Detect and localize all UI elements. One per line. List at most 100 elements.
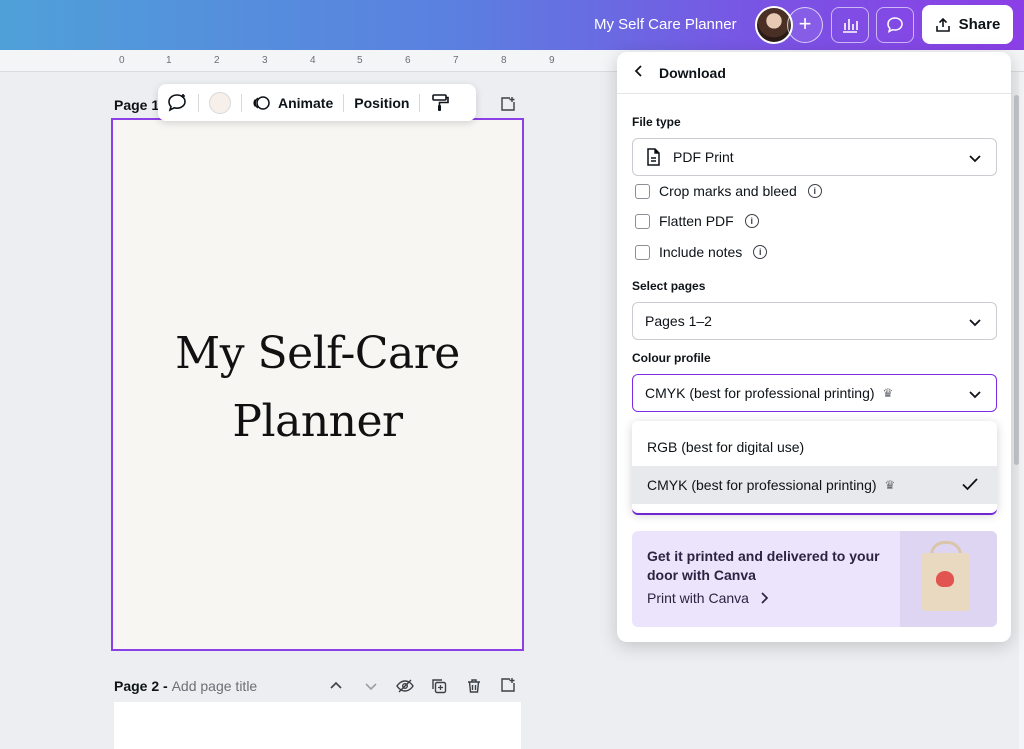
document-icon <box>647 148 660 166</box>
animate-button[interactable]: Animate <box>252 84 333 121</box>
trash-icon <box>468 679 480 693</box>
file-type-label: File type <box>632 115 681 129</box>
copy-style-button[interactable] <box>430 84 450 121</box>
colour-profile-label: Colour profile <box>632 351 711 365</box>
design-title-line-1: My Self-Care <box>175 328 460 379</box>
flatten-pdf-label: Flatten PDF <box>659 213 734 229</box>
file-type-select[interactable]: PDF Print <box>632 138 997 176</box>
duplicate-page-button[interactable] <box>429 676 449 696</box>
add-page-icon <box>501 97 515 111</box>
heart-icon <box>936 571 954 587</box>
chevron-down-icon <box>969 319 981 327</box>
duplicate-icon <box>432 679 447 694</box>
divider <box>241 93 242 112</box>
top-bar: My Self Care Planner + Share <box>0 0 1024 50</box>
chevron-down-icon <box>969 155 981 163</box>
crown-icon: ♛ <box>882 386 894 400</box>
colour-option-rgb[interactable]: RGB (best for digital use) <box>632 428 997 466</box>
add-page-after-button[interactable] <box>498 675 518 695</box>
animate-label: Animate <box>278 94 334 111</box>
back-button[interactable] <box>633 64 645 81</box>
include-notes-checkbox[interactable] <box>635 244 650 260</box>
include-notes-option[interactable]: Include notes i <box>635 244 768 260</box>
promo-link-label: Print with Canva <box>647 590 749 606</box>
ruler-mark: 1 <box>166 55 172 66</box>
paint-roller-icon <box>432 93 450 111</box>
panel-scrollbar[interactable] <box>1014 95 1019 465</box>
design-page-1[interactable]: My Self-Care Planner <box>111 118 524 651</box>
floating-toolbar: Animate Position <box>158 84 476 121</box>
info-icon[interactable]: i <box>807 184 822 198</box>
design-page-2[interactable] <box>114 702 521 749</box>
page-2-number: Page 2 - <box>114 678 168 694</box>
move-page-down-button[interactable] <box>361 676 381 696</box>
print-with-canva-link[interactable]: Print with Canva <box>647 590 769 606</box>
ruler-mark: 0 <box>119 55 125 66</box>
flatten-pdf-checkbox[interactable] <box>635 213 650 229</box>
chevron-left-icon <box>634 65 642 77</box>
download-panel: Download File type PDF Print Crop marks … <box>617 52 1011 642</box>
ruler-mark: 2 <box>214 55 220 66</box>
checkmark-icon <box>962 478 978 491</box>
add-page-icon <box>501 678 515 692</box>
document-title[interactable]: My Self Care Planner <box>594 16 737 33</box>
colour-option-label: RGB (best for digital use) <box>647 439 805 455</box>
divider <box>419 93 421 112</box>
select-pages-select[interactable]: Pages 1–2 <box>632 302 997 340</box>
file-type-value: PDF Print <box>673 149 734 165</box>
crown-icon: ♛ <box>884 478 896 492</box>
ruler-mark: 5 <box>357 55 363 66</box>
right-edge-strip <box>1019 72 1024 749</box>
comment-add-button[interactable] <box>166 84 188 121</box>
bar-chart-icon <box>843 19 858 33</box>
design-title-line-2: Planner <box>232 396 403 447</box>
chevron-down-icon <box>969 391 981 399</box>
info-icon[interactable]: i <box>744 214 759 228</box>
colour-option-label: CMYK (best for professional printing) <box>647 477 877 493</box>
position-button[interactable]: Position <box>354 84 409 121</box>
move-page-up-button[interactable] <box>326 676 346 696</box>
download-panel-header: Download <box>617 52 1011 94</box>
comments-button[interactable] <box>876 7 914 43</box>
page-2-label: Page 2 - Add page title <box>114 678 257 694</box>
chevron-up-icon <box>330 681 342 689</box>
select-pages-value: Pages 1–2 <box>645 313 712 329</box>
background-color-button[interactable] <box>209 91 231 114</box>
tote-bag-image <box>900 531 997 627</box>
colour-profile-select[interactable]: CMYK (best for professional printing) ♛ <box>632 374 997 412</box>
insights-button[interactable] <box>831 7 869 43</box>
eye-off-icon <box>396 679 414 693</box>
print-promo-card[interactable]: Get it printed and delivered to your doo… <box>632 531 997 627</box>
add-page-button[interactable] <box>498 94 518 114</box>
share-button[interactable]: Share <box>922 5 1013 44</box>
info-icon[interactable]: i <box>753 245 768 259</box>
delete-page-button[interactable] <box>464 676 484 696</box>
crop-marks-checkbox[interactable] <box>635 183 650 199</box>
page-1-label: Page 1 <box>114 97 160 113</box>
upload-icon <box>935 17 950 32</box>
add-collaborator-button[interactable]: + <box>787 7 823 43</box>
select-pages-label: Select pages <box>632 279 706 293</box>
share-label: Share <box>958 16 1001 33</box>
ruler-mark: 4 <box>310 55 316 66</box>
chevron-right-icon <box>761 592 769 604</box>
ruler-mark: 6 <box>405 55 411 66</box>
page-2-title-input[interactable]: Add page title <box>172 678 258 694</box>
chevron-down-icon <box>365 683 377 691</box>
design-title-text[interactable]: My Self-Care Planner <box>113 320 522 456</box>
colour-profile-dropdown: RGB (best for digital use) CMYK (best fo… <box>632 421 997 513</box>
colour-option-cmyk[interactable]: CMYK (best for professional printing) ♛ <box>632 466 997 504</box>
crop-marks-option[interactable]: Crop marks and bleed i <box>635 183 822 199</box>
ruler-mark: 9 <box>549 55 555 66</box>
ruler-mark: 7 <box>453 55 459 66</box>
flatten-pdf-option[interactable]: Flatten PDF i <box>635 213 759 229</box>
include-notes-label: Include notes <box>659 244 743 260</box>
colour-profile-value: CMYK (best for professional printing) <box>645 385 875 401</box>
crop-marks-label: Crop marks and bleed <box>659 183 797 199</box>
download-panel-title: Download <box>659 64 726 81</box>
ruler-mark: 8 <box>501 55 507 66</box>
ruler-mark: 3 <box>262 55 268 66</box>
divider <box>198 93 199 112</box>
comment-add-icon <box>168 93 186 112</box>
hide-page-button[interactable] <box>395 676 415 696</box>
